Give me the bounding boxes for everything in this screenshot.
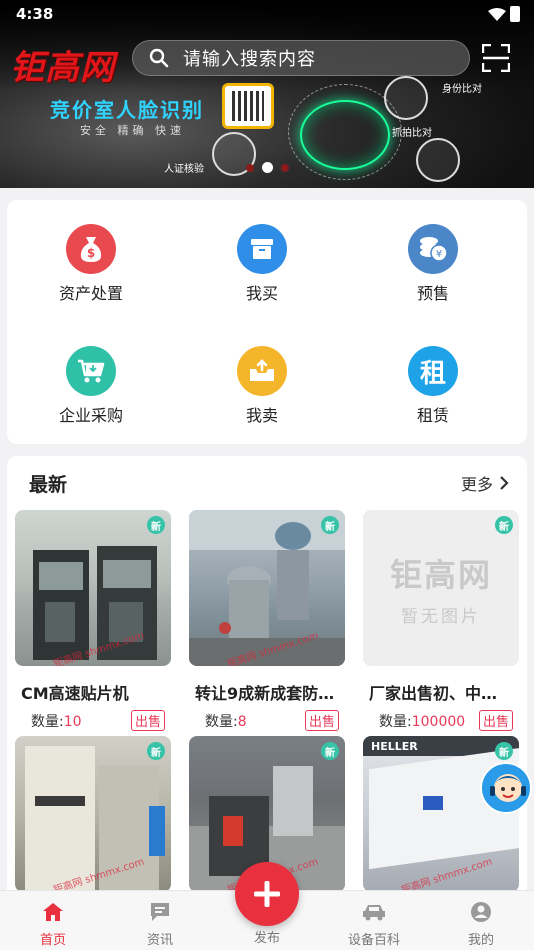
search-icon xyxy=(149,48,169,68)
upload-box-icon xyxy=(237,346,287,396)
cart-icon xyxy=(66,346,116,396)
site-logo[interactable]: 钜高网 xyxy=(10,40,115,89)
nav-profile[interactable]: 我的 xyxy=(441,901,521,948)
category-enterprise-purchase[interactable]: 企业采购 xyxy=(31,346,151,426)
section-title: 最新 xyxy=(29,474,68,496)
category-buy[interactable]: 我买 xyxy=(202,224,322,304)
chevron-right-icon xyxy=(500,476,509,490)
rent-icon: 租 xyxy=(408,346,458,396)
nav-label: 设备百科 xyxy=(347,933,400,948)
money-bag-icon: $ xyxy=(66,224,116,274)
carousel-dot-active[interactable] xyxy=(262,162,273,173)
placeholder-text: 暂无图片 xyxy=(401,606,481,627)
banner-subtitle: 安全 精确 快速 xyxy=(80,124,185,137)
banner-tag: 抓拍比对 xyxy=(392,128,432,139)
search-input[interactable]: 请输入搜索内容 xyxy=(132,40,470,76)
category-label: 预售 xyxy=(416,284,449,303)
home-icon xyxy=(43,903,63,921)
carousel-dots[interactable] xyxy=(246,162,289,173)
product-card[interactable]: HELLER 新 钜高网 shmmx.com xyxy=(363,736,519,892)
product-meta: 数量:8 出售 xyxy=(189,710,345,731)
message-icon xyxy=(151,903,169,921)
product-image: 新 钜高网 shmmx.com xyxy=(15,510,171,666)
nav-equipment-wiki[interactable]: 设备百科 xyxy=(334,901,414,948)
no-image-placeholder: 钜高网 暂无图片 新 xyxy=(363,510,519,666)
user-icon xyxy=(471,902,491,922)
nav-home[interactable]: 首页 xyxy=(13,901,93,948)
nav-label: 资讯 xyxy=(146,933,173,948)
new-badge: 新 xyxy=(147,516,165,534)
product-meta: 数量:100000 出售 xyxy=(363,710,519,731)
product-card[interactable]: 新 钜高网 shmmx.com xyxy=(15,736,171,892)
nav-label: 我的 xyxy=(467,933,494,948)
plus-icon xyxy=(254,881,280,907)
sale-tag: 出售 xyxy=(304,710,339,731)
status-bar: 4:38 xyxy=(0,0,534,30)
category-presale[interactable]: ¥ 预售 xyxy=(373,224,493,304)
search-placeholder: 请输入搜索内容 xyxy=(183,49,316,70)
more-link[interactable]: 更多 xyxy=(461,471,509,495)
category-label: 我买 xyxy=(245,284,278,303)
category-label: 我卖 xyxy=(245,406,278,425)
nav-label: 首页 xyxy=(39,933,66,948)
product-quantity: 数量:8 xyxy=(205,713,247,730)
product-card[interactable]: 新 钜高网 shmmx.com 转让9成新成套防… 数量:8 出售 xyxy=(189,510,345,731)
more-label: 更多 xyxy=(460,475,493,494)
product-card[interactable]: 钜高网 暂无图片 新 厂家出售初、中… 数量:100000 出售 xyxy=(363,510,519,731)
publish-button[interactable] xyxy=(235,862,299,926)
svg-text:¥: ¥ xyxy=(436,249,442,260)
new-badge: 新 xyxy=(321,516,339,534)
sale-tag: 出售 xyxy=(478,710,513,731)
category-sell[interactable]: 我卖 xyxy=(202,346,322,426)
category-asset-disposal[interactable]: $ 资产处置 xyxy=(31,224,151,304)
latest-section: 最新 更多 新 钜高网 shmmx.com CM高速贴片机 数量:10 出售 新… xyxy=(7,456,527,906)
sale-tag: 出售 xyxy=(130,710,165,731)
product-brand: HELLER xyxy=(371,740,418,753)
photo-node-icon xyxy=(416,138,460,182)
category-label: 资产处置 xyxy=(58,284,123,303)
wifi-icon xyxy=(488,8,506,21)
nav-news[interactable]: 资讯 xyxy=(120,901,200,948)
product-card[interactable]: 新 钜高网 shmmx.com CM高速贴片机 数量:10 出售 xyxy=(15,510,171,731)
product-name: CM高速贴片机 xyxy=(21,684,129,703)
banner-tag: 身份比对 xyxy=(442,84,482,95)
car-icon xyxy=(363,905,385,921)
publish-label: 发布 xyxy=(253,931,280,946)
carousel-dot[interactable] xyxy=(281,163,289,172)
category-rent[interactable]: 租 租赁 xyxy=(373,346,493,426)
banner-tag: 人证核验 xyxy=(164,164,204,175)
coins-icon: ¥ xyxy=(408,224,458,274)
placeholder-logo: 钜高网 xyxy=(389,555,492,594)
box-icon xyxy=(237,224,287,274)
new-badge: 新 xyxy=(495,516,513,534)
scan-icon[interactable] xyxy=(482,44,510,72)
product-image: 新 钜高网 shmmx.com xyxy=(15,736,171,892)
category-grid: $ 资产处置 我买 ¥ 预售 企业采购 我卖 租 租赁 xyxy=(7,200,527,444)
id-card-node-icon xyxy=(384,76,428,120)
customer-service-button[interactable] xyxy=(480,762,532,814)
new-badge: 新 xyxy=(495,742,513,760)
carousel-dot[interactable] xyxy=(246,163,254,172)
face-scan-icon xyxy=(300,100,390,170)
svg-text:$: $ xyxy=(87,246,95,260)
product-image: HELLER 新 钜高网 shmmx.com xyxy=(363,736,519,892)
product-quantity: 数量:10 xyxy=(31,713,82,730)
banner-title: 竞价室人脸识别 xyxy=(50,98,204,122)
new-badge: 新 xyxy=(147,742,165,760)
category-label: 租赁 xyxy=(416,406,449,425)
status-time: 4:38 xyxy=(16,5,54,23)
new-badge: 新 xyxy=(321,742,339,760)
product-quantity: 数量:100000 xyxy=(379,713,466,730)
product-name: 厂家出售初、中… xyxy=(369,684,498,703)
category-label: 企业采购 xyxy=(58,406,123,425)
qr-code-image xyxy=(222,83,274,129)
product-name: 转让9成新成套防… xyxy=(195,684,335,703)
product-meta: 数量:10 出售 xyxy=(15,710,171,731)
product-image: 新 钜高网 shmmx.com xyxy=(189,510,345,666)
battery-icon xyxy=(510,6,520,22)
